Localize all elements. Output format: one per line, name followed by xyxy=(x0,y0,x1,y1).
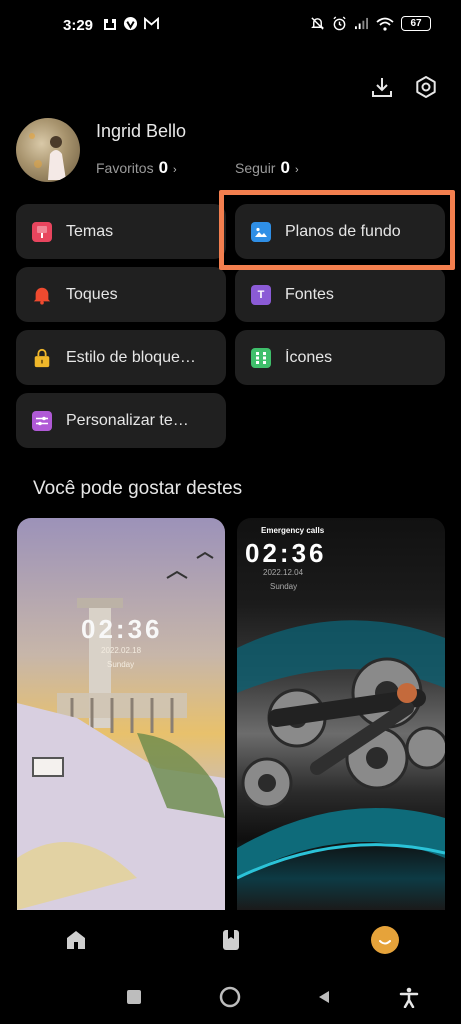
card-clock: 02:36 xyxy=(245,538,327,568)
bookmark-icon xyxy=(223,930,239,950)
accessibility-icon xyxy=(399,987,419,1008)
wifi-icon xyxy=(376,17,394,31)
card-day: Sunday xyxy=(107,660,135,669)
highlight-box xyxy=(219,190,455,270)
circle-icon xyxy=(219,986,241,1008)
accessibility-button[interactable] xyxy=(396,984,422,1010)
card-clock: 02:36 xyxy=(81,614,163,644)
menu-item-label: Ícones xyxy=(285,348,333,366)
status-right-icons: 67 xyxy=(310,16,431,31)
chevron-right-icon: › xyxy=(173,164,177,176)
favorites-label: Favoritos xyxy=(96,160,154,176)
card-date: 2022.12.04 xyxy=(263,568,304,577)
smile-profile-icon xyxy=(371,926,399,954)
card-date: 2022.02.18 xyxy=(101,646,142,655)
nav-home-button[interactable] xyxy=(61,925,91,955)
bell-icon xyxy=(32,285,52,305)
menu-item-themes[interactable]: Temas xyxy=(16,204,226,259)
square-icon xyxy=(127,990,141,1004)
chevron-right-icon: › xyxy=(294,164,299,176)
signal-icon xyxy=(355,17,368,30)
home-system-button[interactable] xyxy=(217,984,243,1010)
gmail-icon xyxy=(144,17,159,30)
card-carrier: Emergency calls xyxy=(261,526,325,535)
alarm-icon xyxy=(333,16,346,31)
apps-grid-icon xyxy=(251,347,271,368)
home-icon xyxy=(67,931,85,949)
menu-item-fonts[interactable]: T Fontes xyxy=(235,267,445,322)
favorites-count: 0 xyxy=(158,158,169,177)
wallpaper-card[interactable]: Emergency calls 02:36 2022.12.04 Sunday xyxy=(237,518,445,910)
status-bar: 3:29 67 xyxy=(0,0,461,52)
gear-icon xyxy=(416,76,436,98)
back-triangle-icon xyxy=(319,991,329,1003)
menu-item-label: Estilo de bloque… xyxy=(66,348,196,366)
wallpaper-card[interactable]: 02:36 2022.02.18 Sunday xyxy=(17,518,225,910)
mi-home-icon xyxy=(104,18,116,30)
nav-collections-button[interactable] xyxy=(216,925,246,955)
menu-item-label: Temas xyxy=(66,222,114,240)
battery-level: 67 xyxy=(410,18,422,29)
wallpaper-artwork-icon xyxy=(17,551,225,910)
nav-profile-button[interactable] xyxy=(370,925,400,955)
battery-indicator: 67 xyxy=(401,16,431,31)
themes-icon xyxy=(32,221,52,242)
status-time: 3:29 xyxy=(63,17,94,34)
user-name[interactable]: Ingrid Bello xyxy=(96,121,186,142)
lock-icon xyxy=(32,348,52,368)
vpn-check-icon xyxy=(123,16,138,31)
mute-bell-icon xyxy=(311,17,324,30)
font-icon: T xyxy=(251,284,271,305)
status-left-icons xyxy=(103,16,159,31)
menu-item-ringtones[interactable]: Toques xyxy=(16,267,226,322)
recents-button[interactable] xyxy=(121,984,147,1010)
menu-item-customize[interactable]: Personalizar te… xyxy=(16,393,226,448)
menu-item-label: Fontes xyxy=(285,285,334,303)
following-count: 0 xyxy=(280,158,290,177)
menu-item-label: Toques xyxy=(66,285,118,303)
avatar[interactable] xyxy=(16,118,80,182)
download-button[interactable] xyxy=(367,72,397,102)
settings-button[interactable] xyxy=(411,72,441,102)
menu-item-icons[interactable]: Ícones xyxy=(235,330,445,385)
system-navigation xyxy=(0,970,461,1024)
bottom-navigation xyxy=(0,910,461,970)
font-icon-glyph: T xyxy=(257,288,265,301)
download-icon xyxy=(372,78,392,97)
favorites-stat[interactable]: Favoritos 0 › xyxy=(96,158,177,178)
card-day: Sunday xyxy=(270,582,298,591)
following-stat[interactable]: Seguir 0 › xyxy=(235,158,299,178)
section-title: Você pode gostar destes xyxy=(33,478,243,499)
sliders-icon xyxy=(32,410,52,431)
following-label: Seguir xyxy=(235,160,276,176)
menu-item-label: Personalizar te… xyxy=(66,411,189,429)
menu-item-lock-style[interactable]: Estilo de bloque… xyxy=(16,330,226,385)
avatar-photo-icon xyxy=(29,133,66,180)
back-button[interactable] xyxy=(311,984,337,1010)
